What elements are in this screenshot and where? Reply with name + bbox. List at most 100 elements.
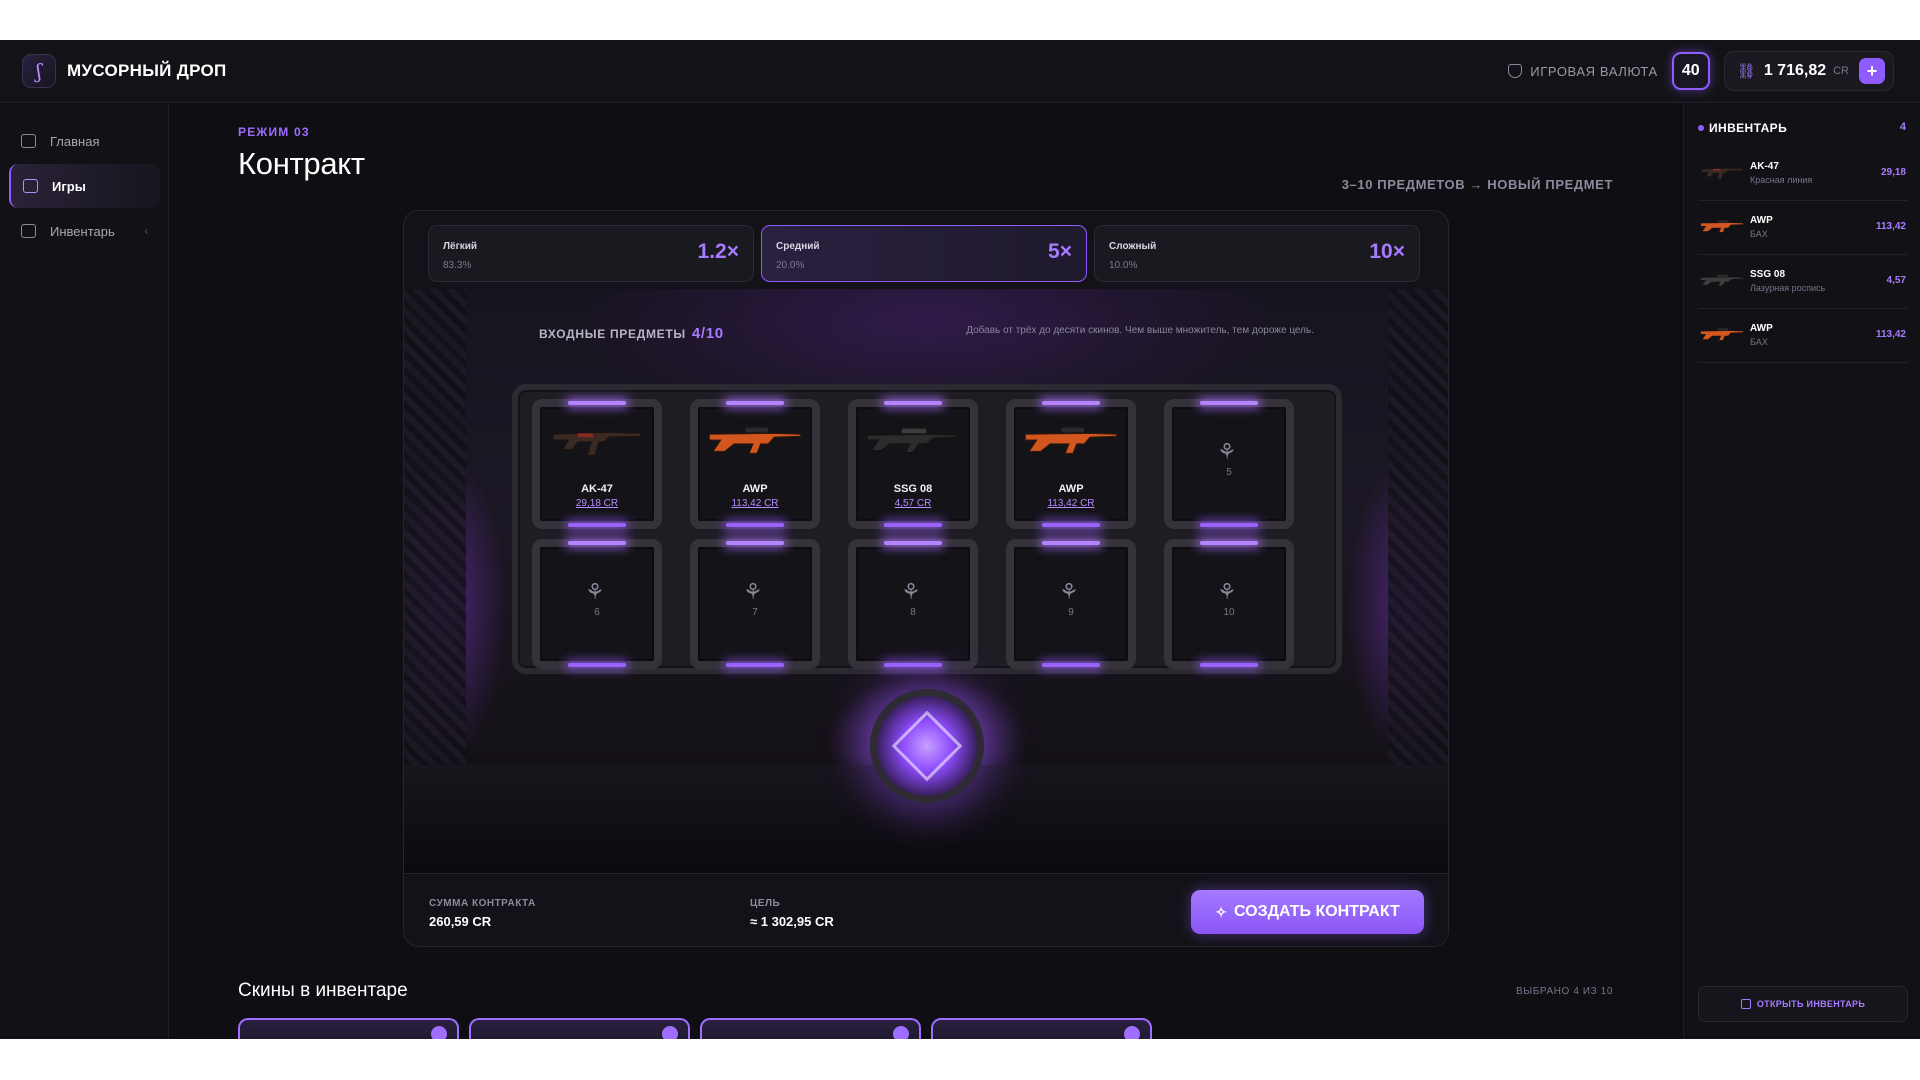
difficulty-name: Средний: [776, 241, 820, 252]
currency-label-text: ИГРОВАЯ ВАЛЮТА: [1530, 63, 1658, 79]
item-name: AWP: [1750, 215, 1773, 226]
goal-value: ≈ 1 302,95 CR: [750, 914, 834, 929]
slot-empty[interactable]: ⚘ 9: [1006, 539, 1136, 669]
skin-card[interactable]: [700, 1018, 921, 1039]
skin-card[interactable]: [469, 1018, 690, 1039]
skin-cards: [238, 1018, 1152, 1039]
difficulty-medium[interactable]: Средний 20.0% 5×: [761, 225, 1087, 282]
inventory-item[interactable]: SSG 08 Лазурная роспись 4,57: [1698, 255, 1908, 309]
slots-header: ВХОДНЫЕ ПРЕДМЕТЫ 4/10: [539, 325, 724, 342]
level-badge[interactable]: 40: [1671, 52, 1710, 90]
sidebar-item-inventory[interactable]: Инвентарь ‹: [9, 209, 160, 253]
sidebar-item-home[interactable]: Главная: [9, 119, 160, 163]
sidebar-item-games[interactable]: Игры: [9, 164, 160, 208]
backpack-icon: [1740, 999, 1751, 1009]
checkmark-icon: [431, 1026, 447, 1039]
core-glyph-icon: [891, 710, 963, 782]
item-skin: БАХ: [1750, 229, 1768, 239]
item-skin: БАХ: [1750, 337, 1768, 347]
difficulty-hard[interactable]: Сложный 10.0% 10×: [1094, 225, 1420, 282]
chevron-left-icon[interactable]: ‹: [145, 226, 148, 237]
slot-item-price: 113,42 CR: [731, 498, 779, 509]
checkmark-icon: [893, 1026, 909, 1039]
page-title: Контракт: [238, 146, 365, 181]
slot-empty[interactable]: ⚘ 7: [690, 539, 820, 669]
slot-item-name: SSG 08: [893, 483, 933, 495]
slots-grid: AK-47 29,18 CR AWP 113,42 CR SSG 08 4,57…: [512, 384, 1342, 674]
slot-item-price: 113,42 CR: [1047, 498, 1095, 509]
open-inventory-label: ОТКРЫТЬ ИНВЕНТАРЬ: [1756, 999, 1866, 1009]
slots-count: 4/10: [691, 325, 724, 342]
contract-machine-scene: ВХОДНЫЕ ПРЕДМЕТЫ 4/10 Добавь от трёх до д…: [404, 289, 1448, 875]
inventory-item[interactable]: AK-47 Красная линия 29,18: [1698, 147, 1908, 201]
sidebar-item-label: Игры: [52, 178, 86, 194]
backpack-icon: [21, 224, 36, 238]
awp-icon: [1700, 220, 1744, 233]
goal-label: ЦЕЛЬ: [750, 898, 781, 909]
contract-panel: Лёгкий 83.3% 1.2× Средний 20.0% 5× Сложн…: [403, 210, 1449, 947]
slot-number: 10: [1223, 607, 1235, 618]
difficulty-chance: 10.0%: [1109, 260, 1138, 271]
item-name: SSG 08: [1750, 269, 1786, 280]
top-bar: ʃ МУСОРНЫЙ ДРОП ИГРОВАЯ ВАЛЮТА 40 ⛓ 1 71…: [0, 40, 1920, 103]
slot-number: 7: [752, 607, 758, 618]
slot-number: 6: [594, 607, 600, 618]
status-dot-icon: [1698, 125, 1704, 131]
skin-card[interactable]: [931, 1018, 1152, 1039]
home-icon: [21, 134, 36, 148]
difficulty-easy[interactable]: Лёгкий 83.3% 1.2×: [428, 225, 754, 282]
balance-unit: CR: [1833, 65, 1849, 77]
difficulty-selector: Лёгкий 83.3% 1.2× Средний 20.0% 5× Сложн…: [428, 225, 1420, 282]
item-value: 29,18: [1880, 167, 1906, 178]
slot-item-price: 29,18 CR: [575, 498, 619, 509]
app-window: ʃ МУСОРНЫЙ ДРОП ИГРОВАЯ ВАЛЮТА 40 ⛓ 1 71…: [0, 40, 1920, 1039]
brand[interactable]: ʃ МУСОРНЫЙ ДРОП: [22, 54, 227, 88]
gamepad-icon: [23, 179, 38, 193]
open-inventory-button[interactable]: ОТКРЫТЬ ИНВЕНТАРЬ: [1698, 986, 1908, 1022]
wallet-balance[interactable]: ⛓ 1 716,82 CR +: [1723, 51, 1894, 91]
item-value: 113,42: [1875, 221, 1906, 232]
slot-filled[interactable]: AWP 113,42 CR: [1006, 399, 1136, 529]
awp-icon: [708, 427, 802, 454]
ssg08-icon: [866, 428, 960, 453]
mode-tag: РЕЖИМ 03: [238, 125, 310, 139]
awp-icon: [1700, 328, 1744, 341]
slot-item-price: 4,57 CR: [894, 498, 932, 509]
slot-empty[interactable]: ⚘ 5: [1164, 399, 1294, 529]
awp-icon: [1024, 427, 1118, 454]
inventory-panel-title-text: ИНВЕНТАРЬ: [1709, 121, 1788, 135]
slot-filled[interactable]: AK-47 29,18 CR: [532, 399, 662, 529]
slot-empty[interactable]: ⚘ 8: [848, 539, 978, 669]
difficulty-multiplier: 5×: [1048, 240, 1072, 263]
triple-coin-icon: ⚘: [1217, 579, 1237, 604]
sidebar-item-label: Инвентарь: [50, 223, 115, 239]
item-skin: Красная линия: [1750, 175, 1813, 185]
difficulty-chance: 20.0%: [776, 260, 805, 271]
slot-filled[interactable]: AWP 113,42 CR: [690, 399, 820, 529]
triple-coin-icon: ⚘: [1217, 439, 1237, 464]
slots-hint: Добавь от трёх до десяти скинов. Чем выш…: [966, 325, 1314, 336]
contract-footer: СУММА КОНТРАКТА 260,59 CR ЦЕЛЬ ≈ 1 302,9…: [404, 873, 1448, 946]
triple-coin-icon: ⚘: [901, 579, 921, 604]
currency-label: ИГРОВАЯ ВАЛЮТА: [1508, 64, 1658, 79]
slot-empty[interactable]: ⚘ 10: [1164, 539, 1294, 669]
slots-header-text: ВХОДНЫЕ ПРЕДМЕТЫ: [539, 327, 686, 341]
difficulty-chance: 83.3%: [443, 260, 472, 271]
slot-filled[interactable]: SSG 08 4,57 CR: [848, 399, 978, 529]
phoenix-logo-icon: ʃ: [22, 54, 56, 88]
create-contract-button[interactable]: ✧ СОЗДАТЬ КОНТРАКТ: [1191, 890, 1424, 934]
slot-item-name: AWP: [742, 483, 768, 495]
top-right-controls: ИГРОВАЯ ВАЛЮТА 40 ⛓ 1 716,82 CR +: [1508, 50, 1894, 92]
add-funds-button[interactable]: +: [1859, 58, 1885, 84]
contract-core: [870, 689, 984, 803]
triple-coin-icon: ⚘: [585, 579, 605, 604]
skin-card[interactable]: [238, 1018, 459, 1039]
inventory-item[interactable]: AWP БАХ 113,42: [1698, 309, 1908, 363]
item-name: AK-47: [1750, 161, 1779, 172]
checkmark-icon: [662, 1026, 678, 1039]
slot-empty[interactable]: ⚘ 6: [532, 539, 662, 669]
inventory-panel-title: ИНВЕНТАРЬ: [1698, 121, 1787, 135]
slot-number: 9: [1068, 607, 1074, 618]
inventory-item[interactable]: AWP БАХ 113,42: [1698, 201, 1908, 255]
checkmark-icon: [1124, 1026, 1140, 1039]
